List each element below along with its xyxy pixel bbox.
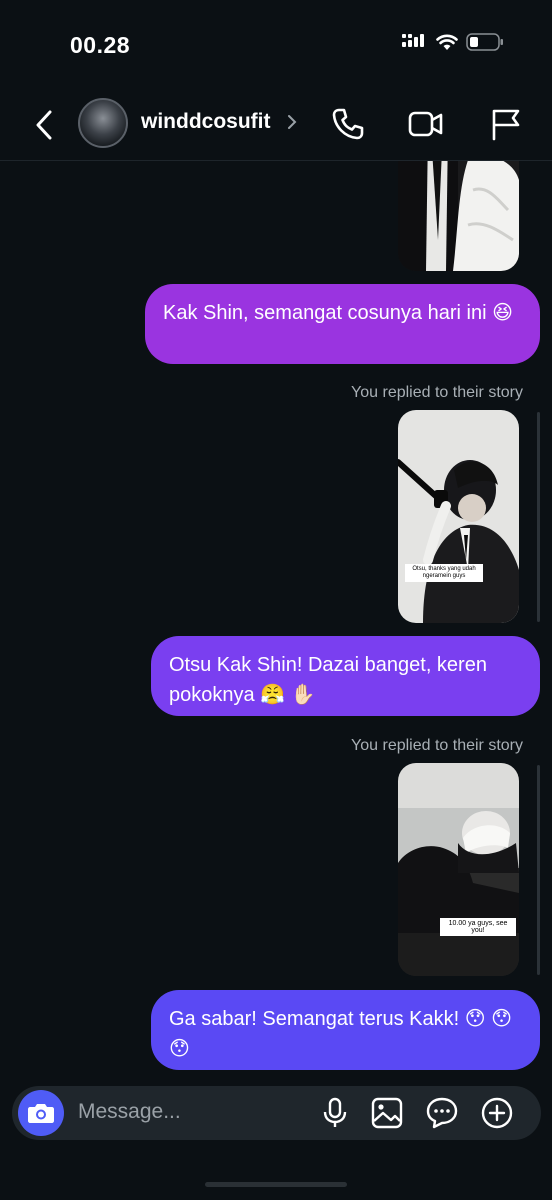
story-image[interactable]: Otsu, thanks yang udah ngeramein guys <box>398 410 519 623</box>
message-input[interactable]: Message... <box>78 1100 181 1124</box>
story-caption: Otsu, thanks yang udah ngeramein guys <box>405 564 483 582</box>
story-photo <box>398 410 519 623</box>
chevron-right-icon[interactable] <box>287 114 297 130</box>
phone-icon[interactable] <box>330 106 366 142</box>
microphone-icon[interactable] <box>318 1096 352 1130</box>
reply-label: You replied to their story <box>351 384 523 401</box>
reply-label: You replied to their story <box>351 737 523 754</box>
story-photo <box>398 763 519 976</box>
status-bar: 00.28 <box>0 0 552 90</box>
chat-header: winddcosufit <box>0 90 552 161</box>
add-icon[interactable] <box>480 1096 514 1130</box>
avatar[interactable] <box>78 98 128 148</box>
story-image[interactable]: 10.00 ya guys, see you! <box>398 763 519 976</box>
battery-icon <box>466 33 503 51</box>
home-indicator[interactable] <box>205 1182 347 1187</box>
camera-icon <box>28 1104 54 1123</box>
message-text: Otsu Kak Shin! Dazai banget, keren pokok… <box>169 654 487 706</box>
message-bubble[interactable]: Otsu Kak Shin! Dazai banget, keren pokok… <box>151 636 540 716</box>
message-text: Ga sabar! Semangat terus Kakk! 😯 😯 😯 <box>169 1008 512 1060</box>
message-bubble[interactable]: Ga sabar! Semangat terus Kakk! 😯 😯 😯 <box>151 990 540 1070</box>
wifi-icon <box>436 34 458 50</box>
status-time: 00.28 <box>70 32 131 58</box>
video-icon[interactable] <box>408 106 444 142</box>
story-caption: 10.00 ya guys, see you! <box>440 918 516 936</box>
gallery-icon[interactable] <box>370 1096 404 1130</box>
signal-icon <box>402 34 424 47</box>
scroll-indicator <box>537 765 540 975</box>
sticker-icon[interactable] <box>425 1096 459 1130</box>
camera-button[interactable] <box>18 1090 64 1136</box>
flag-icon[interactable] <box>488 106 524 142</box>
message-text: Kak Shin, semangat cosunya hari ini 😆 <box>163 302 513 324</box>
message-composer: Message... <box>12 1086 541 1140</box>
message-bubble[interactable]: Kak Shin, semangat cosunya hari ini 😆 <box>145 284 540 364</box>
status-icons <box>402 33 504 51</box>
back-icon[interactable] <box>30 108 58 142</box>
chat-username[interactable]: winddcosufit <box>141 110 271 134</box>
scroll-indicator <box>537 412 540 622</box>
